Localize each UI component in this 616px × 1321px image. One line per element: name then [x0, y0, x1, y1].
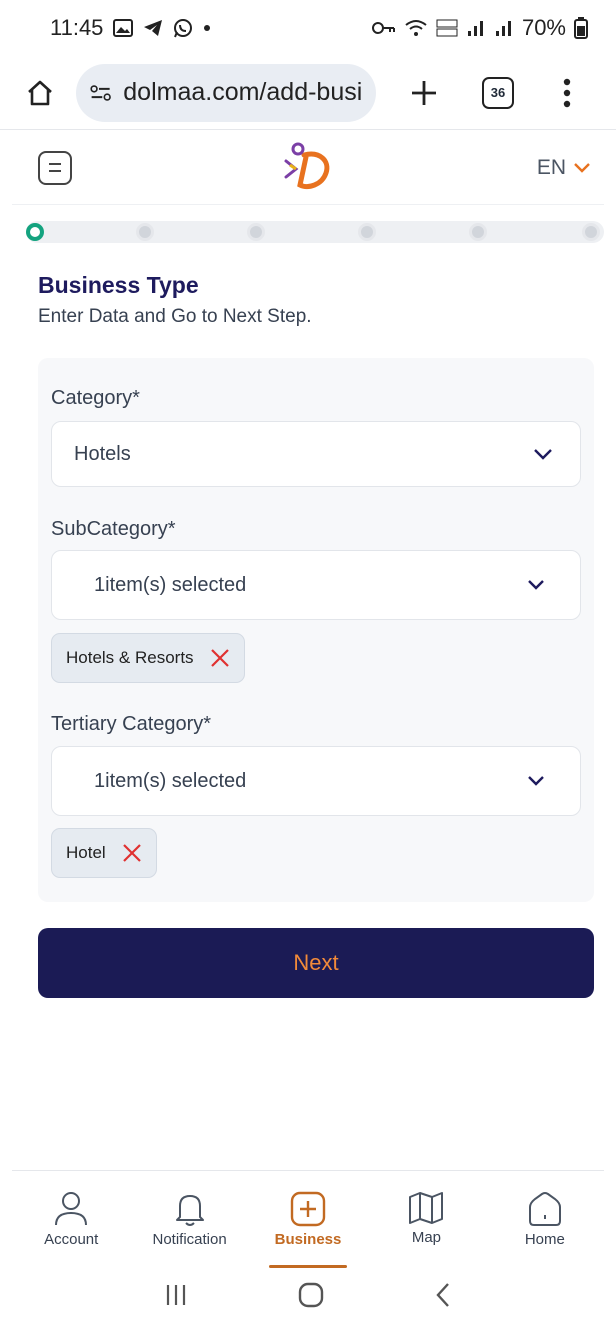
gallery-icon — [113, 19, 134, 37]
home-button-icon[interactable] — [297, 1281, 325, 1309]
step-dot-4 — [358, 223, 376, 241]
signal-1-icon — [466, 19, 486, 37]
tertiary-category-value: 1item(s) selected — [94, 769, 247, 792]
hamburger-menu-button[interactable] — [38, 150, 72, 185]
browser-menu-button[interactable] — [552, 73, 582, 113]
signal-2-icon — [494, 19, 514, 37]
menu-line — [49, 170, 61, 172]
nav-label: Business — [274, 1231, 342, 1248]
tertiary-category-multiselect[interactable]: 1item(s) selected — [51, 746, 581, 816]
nav-item-notification[interactable]: Notification — [130, 1171, 248, 1268]
battery-level: 70% — [521, 15, 566, 40]
chevron-down-icon — [534, 448, 552, 460]
chevron-down-icon — [574, 162, 590, 173]
back-icon[interactable] — [435, 1282, 451, 1308]
person-icon — [55, 1192, 88, 1226]
status-right: 70% — [371, 15, 588, 41]
tab-switcher-button[interactable]: 36 — [482, 76, 514, 109]
nav-item-map[interactable]: Map — [367, 1171, 485, 1268]
step-dot-2 — [136, 223, 154, 241]
next-button[interactable]: Next — [38, 928, 594, 998]
volte-lte-icon — [436, 18, 458, 38]
nav-item-business[interactable]: Business — [249, 1171, 367, 1268]
status-time: 11:45 — [50, 15, 104, 40]
step-dot-3 — [247, 223, 265, 241]
plus-square-icon — [290, 1191, 326, 1227]
page-title: Business Type — [38, 272, 199, 298]
home-icon — [528, 1192, 561, 1226]
address-bar[interactable]: dolmaa.com/add-business — [76, 63, 376, 122]
notification-dot-icon — [203, 24, 211, 32]
chip-label: Hotels & Resorts — [66, 648, 194, 667]
chip-label: Hotel — [66, 843, 106, 862]
close-icon[interactable] — [210, 648, 230, 668]
subcategory-chip: Hotels & Resorts — [51, 633, 245, 683]
step-progress-track — [26, 221, 604, 243]
nav-label: Home — [524, 1231, 565, 1248]
telegram-icon — [143, 19, 163, 37]
whatsapp-icon — [173, 18, 193, 38]
language-selector[interactable]: EN — [537, 156, 590, 180]
browser-home-button[interactable] — [20, 73, 60, 113]
home-outline-icon — [28, 80, 52, 105]
nav-item-account[interactable]: Account — [12, 1171, 130, 1268]
subcategory-label: SubCategory* — [51, 518, 176, 540]
plus-icon — [412, 80, 436, 105]
menu-line — [49, 163, 61, 165]
chevron-down-icon — [528, 580, 544, 590]
page-subtitle: Enter Data and Go to Next Step. — [38, 306, 312, 327]
site-settings-icon[interactable] — [90, 83, 111, 103]
business-type-form: Category* Hotels SubCategory* 1item(s) s… — [38, 358, 594, 902]
step-dot-1 — [26, 223, 44, 241]
close-icon[interactable] — [122, 843, 142, 863]
battery-icon — [574, 17, 588, 39]
category-label: Category* — [51, 387, 140, 409]
tertiary-category-chip: Hotel — [51, 828, 157, 878]
browser-toolbar: dolmaa.com/add-business 36 — [0, 56, 616, 130]
nav-label: Map — [411, 1229, 442, 1246]
new-tab-button[interactable] — [400, 69, 448, 117]
tertiary-category-label: Tertiary Category* — [51, 713, 212, 735]
category-select[interactable]: Hotels — [51, 421, 581, 487]
more-vertical-icon — [563, 78, 571, 107]
step-dot-6 — [582, 223, 600, 241]
subcategory-multiselect[interactable]: 1item(s) selected — [51, 550, 581, 620]
bell-icon — [175, 1195, 204, 1226]
nav-item-home[interactable]: Home — [486, 1171, 604, 1268]
app-header: EN — [12, 131, 604, 205]
status-left: 11:45 — [50, 15, 211, 41]
map-icon — [409, 1192, 444, 1224]
nav-label: Account — [44, 1231, 99, 1248]
language-code: EN — [536, 155, 566, 179]
step-dot-5 — [469, 223, 487, 241]
recent-apps-icon[interactable] — [165, 1283, 187, 1307]
subcategory-value: 1item(s) selected — [94, 573, 247, 596]
wifi-icon — [404, 18, 428, 38]
nav-label: Notification — [152, 1231, 227, 1248]
status-bar: 11:45 70% — [0, 0, 616, 56]
category-value: Hotels — [74, 442, 131, 465]
chevron-down-icon — [528, 776, 544, 786]
dolmaa-logo[interactable] — [282, 141, 338, 193]
vpn-key-icon — [371, 21, 396, 35]
system-navigation-bar — [0, 1268, 616, 1321]
bottom-navigation: Account Notification Business Map Home — [12, 1170, 604, 1268]
url-text: dolmaa.com/add-business — [123, 78, 362, 106]
